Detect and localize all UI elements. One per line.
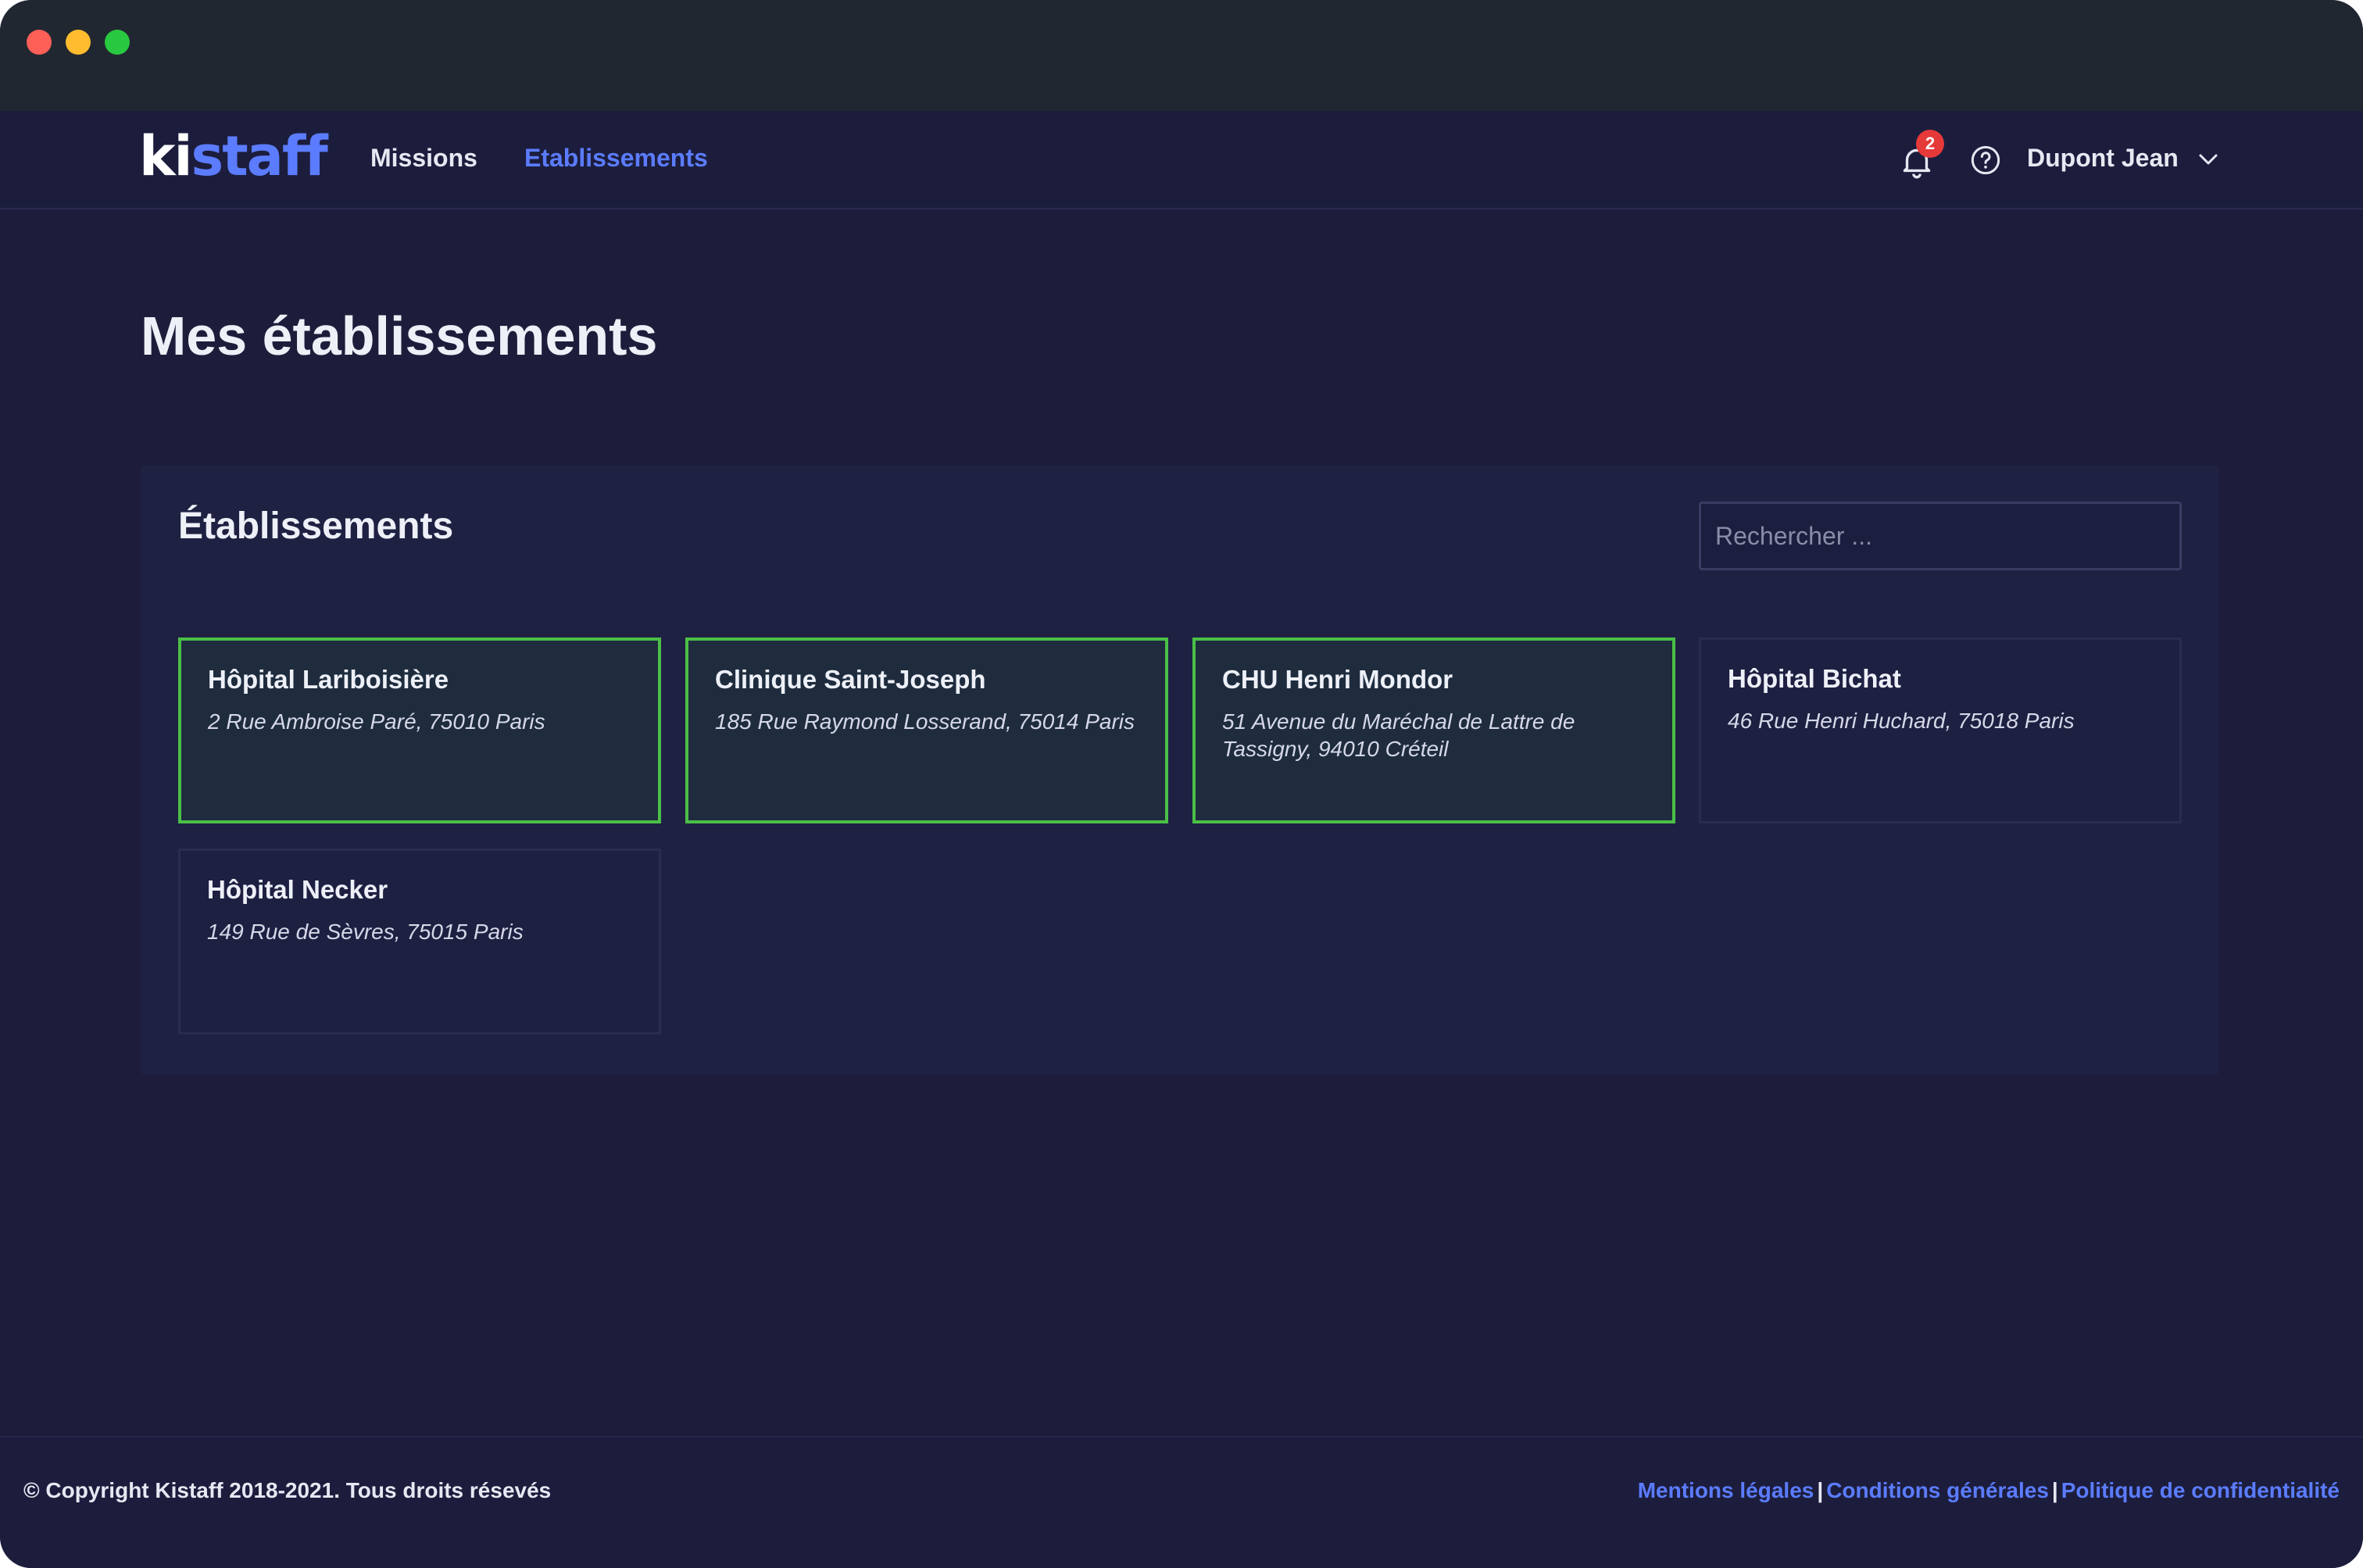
footer-link-confidentialite[interactable]: Politique de confidentialité — [2061, 1478, 2340, 1502]
minimize-window-button[interactable] — [66, 30, 91, 55]
footer-separator: | — [2051, 1478, 2058, 1502]
nav-link-missions[interactable]: Missions — [370, 142, 477, 173]
search-input[interactable] — [1699, 502, 2182, 570]
establishment-name: Hôpital Lariboisière — [208, 665, 449, 694]
establishment-address: 149 Rue de Sèvres, 75015 Paris — [207, 920, 524, 944]
chevron-down-icon[interactable] — [2197, 152, 2219, 167]
notification-badge: 2 — [1916, 130, 1944, 158]
establishment-card[interactable]: Hôpital Necker 149 Rue de Sèvres, 75015 … — [178, 848, 661, 1034]
browser-window: kistaff Missions Etablissements 2 Dupont… — [0, 0, 2363, 1568]
etablissements-panel: Établissements Hôpital Lariboisière 2 Ru… — [141, 466, 2219, 1075]
footer-links: Mentions légales | Conditions générales | Po… — [1638, 1477, 2340, 1505]
logo-text-ki: ki — [139, 124, 193, 188]
user-menu-name[interactable]: Dupont Jean — [2027, 142, 2179, 173]
help-circle-icon[interactable] — [1970, 145, 2001, 176]
footer-link-mentions[interactable]: Mentions légales — [1638, 1478, 1814, 1502]
establishment-name: CHU Henri Mondor — [1222, 665, 1453, 694]
top-navbar: kistaff Missions Etablissements 2 Dupont… — [0, 111, 2363, 209]
establishment-address: 46 Rue Henri Huchard, 75018 Paris — [1728, 709, 2075, 733]
page-title: Mes établissements — [141, 305, 658, 366]
copyright-text: © Copyright Kistaff 2018-2021. Tous droi… — [23, 1478, 552, 1502]
window-titlebar — [0, 0, 2363, 111]
kistaff-logo[interactable]: kistaff — [139, 124, 328, 188]
establishment-name: Clinique Saint-Joseph — [715, 665, 986, 694]
nav-link-etablissements[interactable]: Etablissements — [524, 142, 708, 173]
establishment-card[interactable]: CHU Henri Mondor 51 Avenue du Maréchal d… — [1192, 638, 1675, 823]
establishment-card[interactable]: Hôpital Bichat 46 Rue Henri Huchard, 750… — [1699, 638, 2182, 823]
establishment-address: 51 Avenue du Maréchal de Lattre de Tassi… — [1222, 709, 1575, 761]
panel-title: Établissements — [178, 505, 454, 547]
page-footer: © Copyright Kistaff 2018-2021. Tous droi… — [0, 1436, 2363, 1568]
establishment-name: Hôpital Necker — [207, 875, 388, 904]
maximize-window-button[interactable] — [105, 30, 130, 55]
footer-separator: | — [1817, 1478, 1824, 1502]
establishment-name: Hôpital Bichat — [1728, 664, 1901, 693]
close-window-button[interactable] — [27, 30, 52, 55]
establishment-address: 185 Rue Raymond Losserand, 75014 Paris — [715, 709, 1135, 734]
establishment-card[interactable]: Clinique Saint-Joseph 185 Rue Raymond Lo… — [685, 638, 1168, 823]
footer-link-conditions[interactable]: Conditions générales — [1826, 1478, 2049, 1502]
establishment-address: 2 Rue Ambroise Paré, 75010 Paris — [208, 709, 545, 734]
logo-text-staff: staff — [191, 124, 328, 188]
establishment-card[interactable]: Hôpital Lariboisière 2 Rue Ambroise Paré… — [178, 638, 661, 823]
